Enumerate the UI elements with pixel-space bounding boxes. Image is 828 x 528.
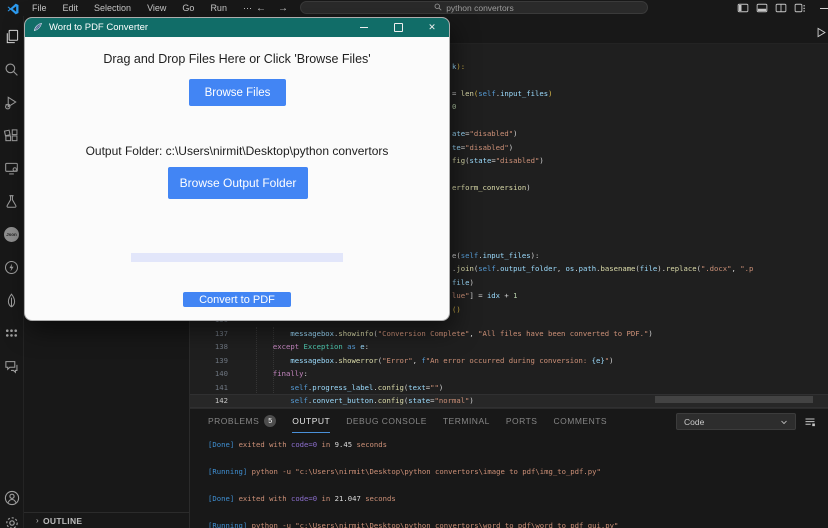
menu-view[interactable]: View [139,3,174,13]
code-line-137: 137 messagebox.showinfo("Conversion Comp… [214,328,653,338]
browse-files-button[interactable]: Browse Files [189,79,286,106]
code-fragment: ate="disabled") [452,129,518,138]
output-line: [Done] exited with code=0 in 9.45 second… [208,440,388,449]
code-fragments: k): = len(self.input_files) 0 ate="disabled… [452,60,828,330]
code-fragment: fig(state="disabled") [452,156,544,165]
code-fragment: lue"] = idx + 1 [452,291,518,300]
output-line: [Running] python -u "c:\Users\nirmit\Des… [208,521,619,528]
thunder-client-icon[interactable] [4,260,19,275]
chevron-right-icon [36,516,39,525]
settings-gear-icon[interactable] [4,515,20,528]
output-channel-value: Code [684,416,705,427]
chevron-down-icon [781,420,787,424]
dialog-window-controls [347,18,449,37]
nav-forward-icon[interactable]: → [278,3,288,14]
window-minimize-icon[interactable] [820,8,828,9]
dialog-close-icon[interactable] [415,18,449,37]
toggle-panel-icon[interactable] [756,2,768,14]
explorer-icon[interactable] [4,29,19,44]
output-log[interactable]: [Done] exited with code=0 in 9.45 second… [208,438,618,528]
menu-run[interactable]: Run [202,3,235,13]
remote-explorer-icon[interactable] [4,161,19,176]
code-line-141: 141 self.progress_label.config(text="") [214,382,444,392]
code-fragment: 0 [452,102,457,111]
output-actions-icon[interactable] [804,416,816,428]
vscode-window: File Edit Selection View Go Run ⋯ ← → python c… [0,0,828,528]
panel-tab-terminal[interactable]: TERMINAL [443,409,490,433]
outline-section-header[interactable]: OUTLINE [24,512,190,528]
panel-tab-debug-console[interactable]: DEBUG CONSOLE [346,409,427,433]
panel-tab-ports[interactable]: PORTS [506,409,538,433]
search-view-icon[interactable] [4,62,19,77]
dialog-titlebar[interactable]: Word to PDF Converter [25,18,449,37]
app-feather-icon [33,19,43,37]
outline-label: OUTLINE [42,515,83,526]
activity-bar: Json [0,16,24,528]
toggle-secondary-sidebar-icon[interactable] [775,2,787,14]
menu-bar: File Edit Selection View Go Run ⋯ [24,0,260,16]
dialog-title: Word to PDF Converter [49,22,149,33]
panel-tab-output[interactable]: OUTPUT [292,409,330,433]
code-fragment: e(self.input_files): [452,250,540,260]
code-fragment: te="disabled") [452,142,514,152]
dialog-minimize-icon[interactable] [347,18,381,37]
vscode-titlebar: File Edit Selection View Go Run ⋯ ← → python c… [0,0,828,16]
code-fragment: k): [452,61,466,71]
browse-output-folder-button[interactable]: Browse Output Folder [168,167,308,199]
output-channel-select[interactable]: Code [676,413,796,430]
code-fragment: .join(self.output_folder, os.path.basena… [452,264,754,273]
mongodb-icon[interactable] [4,293,19,308]
search-box[interactable]: python convertors [300,1,648,14]
code-line-139: 139 messagebox.showerror("Error", f"An e… [214,355,614,365]
code-lines: 136137 messagebox.showinfo("Conversion C… [190,313,828,408]
customize-layout-icon[interactable] [794,2,806,14]
code-fragment: file) [452,277,474,287]
extensions-icon[interactable] [3,128,19,143]
json-extension-icon[interactable]: Json [4,227,19,242]
search-icon [434,3,442,13]
output-line: [Running] python -u "c:\Users\nirmit\Des… [208,467,601,476]
run-python-file-icon[interactable] [816,25,827,43]
layout-controls [737,2,806,14]
menu-go[interactable]: Go [174,3,202,13]
panel-actions: Code [676,413,816,430]
code-line-138: 138 except Exception as e: [214,342,370,351]
nav-back-icon[interactable]: ← [256,3,266,14]
progress-bar [131,253,343,262]
menu-selection[interactable]: Selection [86,3,139,13]
code-fragment: erform_conversion) [452,183,531,192]
output-folder-text: Output Folder: c:\Users\nirmit\Desktop\p… [85,144,389,158]
panel-tab-comments[interactable]: COMMENTS [553,409,607,433]
drop-instruction-text: Drag and Drop Files Here or Click 'Brows… [103,52,371,66]
output-line: [Done] exited with code=0 in 21.047 seco… [208,494,396,503]
chat-icon[interactable] [4,359,19,374]
word-to-pdf-dialog: Word to PDF Converter Drag and Drop File… [24,17,450,321]
run-and-debug-icon[interactable] [4,95,19,110]
history-nav: ← → [256,0,288,16]
toggle-sidebar-icon[interactable] [737,2,749,14]
bottom-panel: PROBLEMS 5 OUTPUT DEBUG CONSOLE TERMINAL PORT… [190,408,828,528]
dialog-maximize-icon[interactable] [381,18,415,37]
vscode-logo-icon [7,2,19,20]
panel-tab-bar: PROBLEMS 5 OUTPUT DEBUG CONSOLE TERMINAL PORT… [208,409,607,433]
search-value: python convertors [446,2,514,13]
convert-to-pdf-button[interactable]: Convert to PDF [183,292,291,307]
code-fragment: = len(self.input_files) [452,88,553,98]
menu-file[interactable]: File [24,3,55,13]
database-grid-icon[interactable] [4,326,19,341]
menu-edit[interactable]: Edit [55,3,87,13]
testing-icon[interactable] [4,194,19,209]
panel-tab-problems[interactable]: PROBLEMS 5 [208,409,277,433]
problems-count-badge: 5 [264,415,277,427]
account-icon[interactable] [4,490,20,511]
horizontal-scrollbar[interactable] [655,396,813,403]
code-line-140: 140 finally: [214,369,308,378]
